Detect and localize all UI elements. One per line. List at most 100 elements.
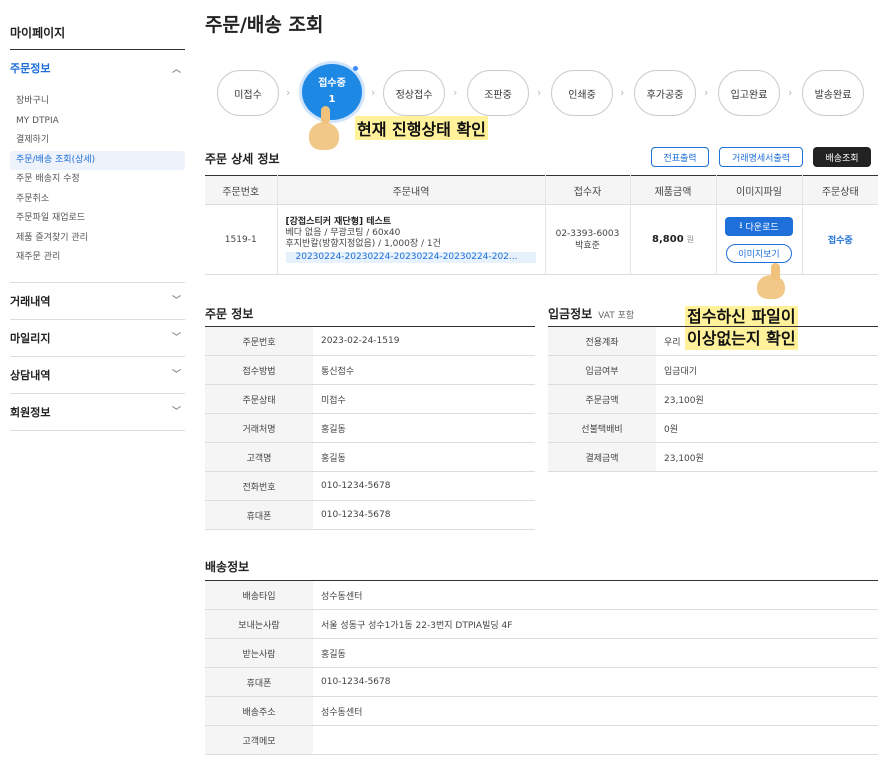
row-label: 주문금액	[548, 384, 656, 414]
chevron-right-icon: ›	[453, 86, 458, 99]
row-value: 23,100원	[656, 442, 878, 472]
row-value: 성수동센터	[313, 580, 878, 610]
sidebar-item-payment[interactable]: 결제하기	[10, 131, 185, 151]
row-value: 성수동센터	[313, 696, 878, 726]
sidebar-section-consult[interactable]: 상담내역 ﹀	[10, 357, 185, 394]
row-value: 010-1234-5678	[313, 667, 878, 697]
sidebar-item-cart[interactable]: 장바구니	[10, 92, 185, 112]
table-row: 전화번호 010-1234-5678	[205, 471, 535, 501]
row-label: 주문상태	[205, 384, 313, 414]
table-row: 주문번호 2023-02-24-1519	[205, 326, 535, 356]
file-list[interactable]: 20230224-20230224-20230224-20230224-202.…	[285, 251, 536, 263]
order-info-table: 주문번호 2023-02-24-1519 접수방법 통신접수 주문상태 미접수 거래처명 홍길…	[205, 326, 535, 530]
product-option-1: 베다 없음 / 무광코팅 / 60x40	[285, 227, 401, 238]
col-status: 주문상태	[801, 175, 878, 205]
col-price: 제품금액	[629, 175, 716, 205]
print-slip-button[interactable]: 전표출력	[651, 147, 709, 167]
price-cell: 8,800 원	[629, 204, 716, 275]
track-shipping-button[interactable]: 배송조회	[813, 147, 871, 167]
view-image-button[interactable]: 이미지보기	[726, 243, 792, 263]
sidebar-item-cancel-order[interactable]: 주문취소	[10, 190, 185, 210]
print-statement-button[interactable]: 거래명세서출력	[719, 147, 803, 167]
chevron-right-icon: ›	[537, 86, 542, 99]
col-order-no: 주문번호	[205, 175, 277, 205]
row-label: 휴대폰	[205, 500, 313, 530]
chevron-right-icon: ›	[620, 86, 625, 99]
payment-info-label: 입금정보	[548, 307, 593, 321]
row-value: 23,100원	[656, 384, 878, 414]
step-shipped: 발송완료	[802, 70, 864, 116]
table-row: 휴대폰 010-1234-5678	[205, 500, 535, 530]
callout-current-status: 현재 진행상태 확인	[355, 116, 488, 140]
sidebar-item-my-dtpia[interactable]: MY DTPIA	[10, 112, 185, 132]
status-cell: 접수중	[801, 204, 878, 275]
row-label: 고객명	[205, 442, 313, 472]
table-row: 선불택배비 0원	[548, 413, 878, 443]
sidebar-item-favorites[interactable]: 제품 즐겨찾기 관리	[10, 229, 185, 249]
sidebar-section-order-info[interactable]: 주문정보 ︿	[10, 50, 185, 86]
chevron-right-icon: ›	[704, 86, 709, 99]
step-post-processing: 후가공중	[634, 70, 696, 116]
payment-info-title: 입금정보 VAT 포함	[548, 305, 634, 322]
sidebar-item-reorder[interactable]: 재주문 관리	[10, 248, 185, 268]
row-value	[313, 725, 878, 755]
sidebar-section-label: 회원정보	[10, 405, 51, 419]
row-label: 배송주소	[205, 696, 313, 726]
row-label: 배송타입	[205, 580, 313, 610]
order-detail-title: 주문 상세 정보	[205, 152, 280, 166]
step-normal-received: 정상접수	[383, 70, 445, 116]
table-header-row: 주문번호 주문내역 접수자 제품금액 이미지파일 주문상태	[205, 175, 878, 205]
step-warehoused: 입고완료	[718, 70, 780, 116]
row-value: 홍길동	[313, 638, 878, 668]
sidebar-section-transactions[interactable]: 거래내역 ﹀	[10, 283, 185, 320]
step-current-label: 접수중	[318, 78, 346, 89]
row-label: 받는사람	[205, 638, 313, 668]
shipping-info-table: 배송타입 성수동센터 보내는사람 서울 성동구 성수1가1동 22-3번지 DTPIA…	[205, 580, 878, 755]
table-row: 거래처명 홍길동	[205, 413, 535, 443]
download-button[interactable]: ⭳ 다운로드	[725, 216, 793, 236]
sidebar-section-label: 주문정보	[10, 62, 51, 75]
chevron-down-icon: ﹀	[171, 369, 181, 380]
order-detail-table: 주문번호 주문내역 접수자 제품금액 이미지파일 주문상태 1519-1 [강접…	[205, 175, 878, 275]
receiver-phone: 02-3393-6003	[555, 228, 620, 239]
row-label: 전용계좌	[548, 326, 656, 356]
sidebar-title: 마이페이지	[10, 0, 185, 50]
row-value: 우리	[656, 326, 878, 356]
sidebar-submenu: 장바구니 MY DTPIA 결제하기 주문/배송 조회(상세) 주문 배송지 수…	[10, 86, 185, 283]
step-printing: 인쇄중	[551, 70, 613, 116]
row-value: 통신접수	[313, 355, 535, 385]
table-row: 접수방법 통신접수	[205, 355, 535, 385]
table-row: 결제금액 23,100원	[548, 442, 878, 472]
product-name: [강접스티커 재단형] 테스트	[285, 216, 392, 227]
row-label: 보내는사람	[205, 609, 313, 639]
row-label: 결제금액	[548, 442, 656, 472]
sidebar-item-reupload[interactable]: 주문파일 재업로드	[10, 209, 185, 229]
row-value: 서울 성동구 성수1가1동 22-3번지 DTPIA빌딩 4F	[313, 609, 878, 639]
table-row: 고객명 홍길동	[205, 442, 535, 472]
chevron-down-icon: ﹀	[171, 406, 181, 417]
order-no-cell: 1519-1	[205, 204, 277, 275]
sidebar-item-edit-address[interactable]: 주문 배송지 수정	[10, 170, 185, 190]
row-value: 미접수	[313, 384, 535, 414]
sidebar: 마이페이지 주문정보 ︿ 장바구니 MY DTPIA 결제하기 주문/배송 조회…	[10, 0, 185, 431]
row-label: 주문번호	[205, 326, 313, 356]
sidebar-section-mileage[interactable]: 마일리지 ﹀	[10, 320, 185, 357]
sidebar-section-label: 상담내역	[10, 368, 51, 382]
row-value: 홍길동	[313, 413, 535, 443]
table-row: 전용계좌 우리	[548, 326, 878, 356]
table-row: 주문금액 23,100원	[548, 384, 878, 414]
sidebar-item-order-detail[interactable]: 주문/배송 조회(상세)	[10, 150, 185, 170]
price-value: 8,800	[652, 234, 684, 245]
row-value: 0원	[656, 413, 878, 443]
chevron-up-icon: ︿	[171, 64, 181, 75]
table-row: 보내는사람 서울 성동구 성수1가1동 22-3번지 DTPIA빌딩 4F	[205, 609, 878, 639]
table-row: 받는사람 홍길동	[205, 638, 878, 668]
row-value: 010-1234-5678	[313, 471, 535, 501]
download-label: 다운로드	[745, 222, 779, 233]
table-row: 고객메모	[205, 725, 878, 755]
row-label: 고객메모	[205, 725, 313, 755]
sidebar-section-member[interactable]: 회원정보 ﹀	[10, 394, 185, 431]
callout-line-1: 접수하신 파일이	[687, 307, 796, 326]
step-not-received: 미접수	[217, 70, 279, 116]
current-indicator-dot	[353, 66, 358, 71]
